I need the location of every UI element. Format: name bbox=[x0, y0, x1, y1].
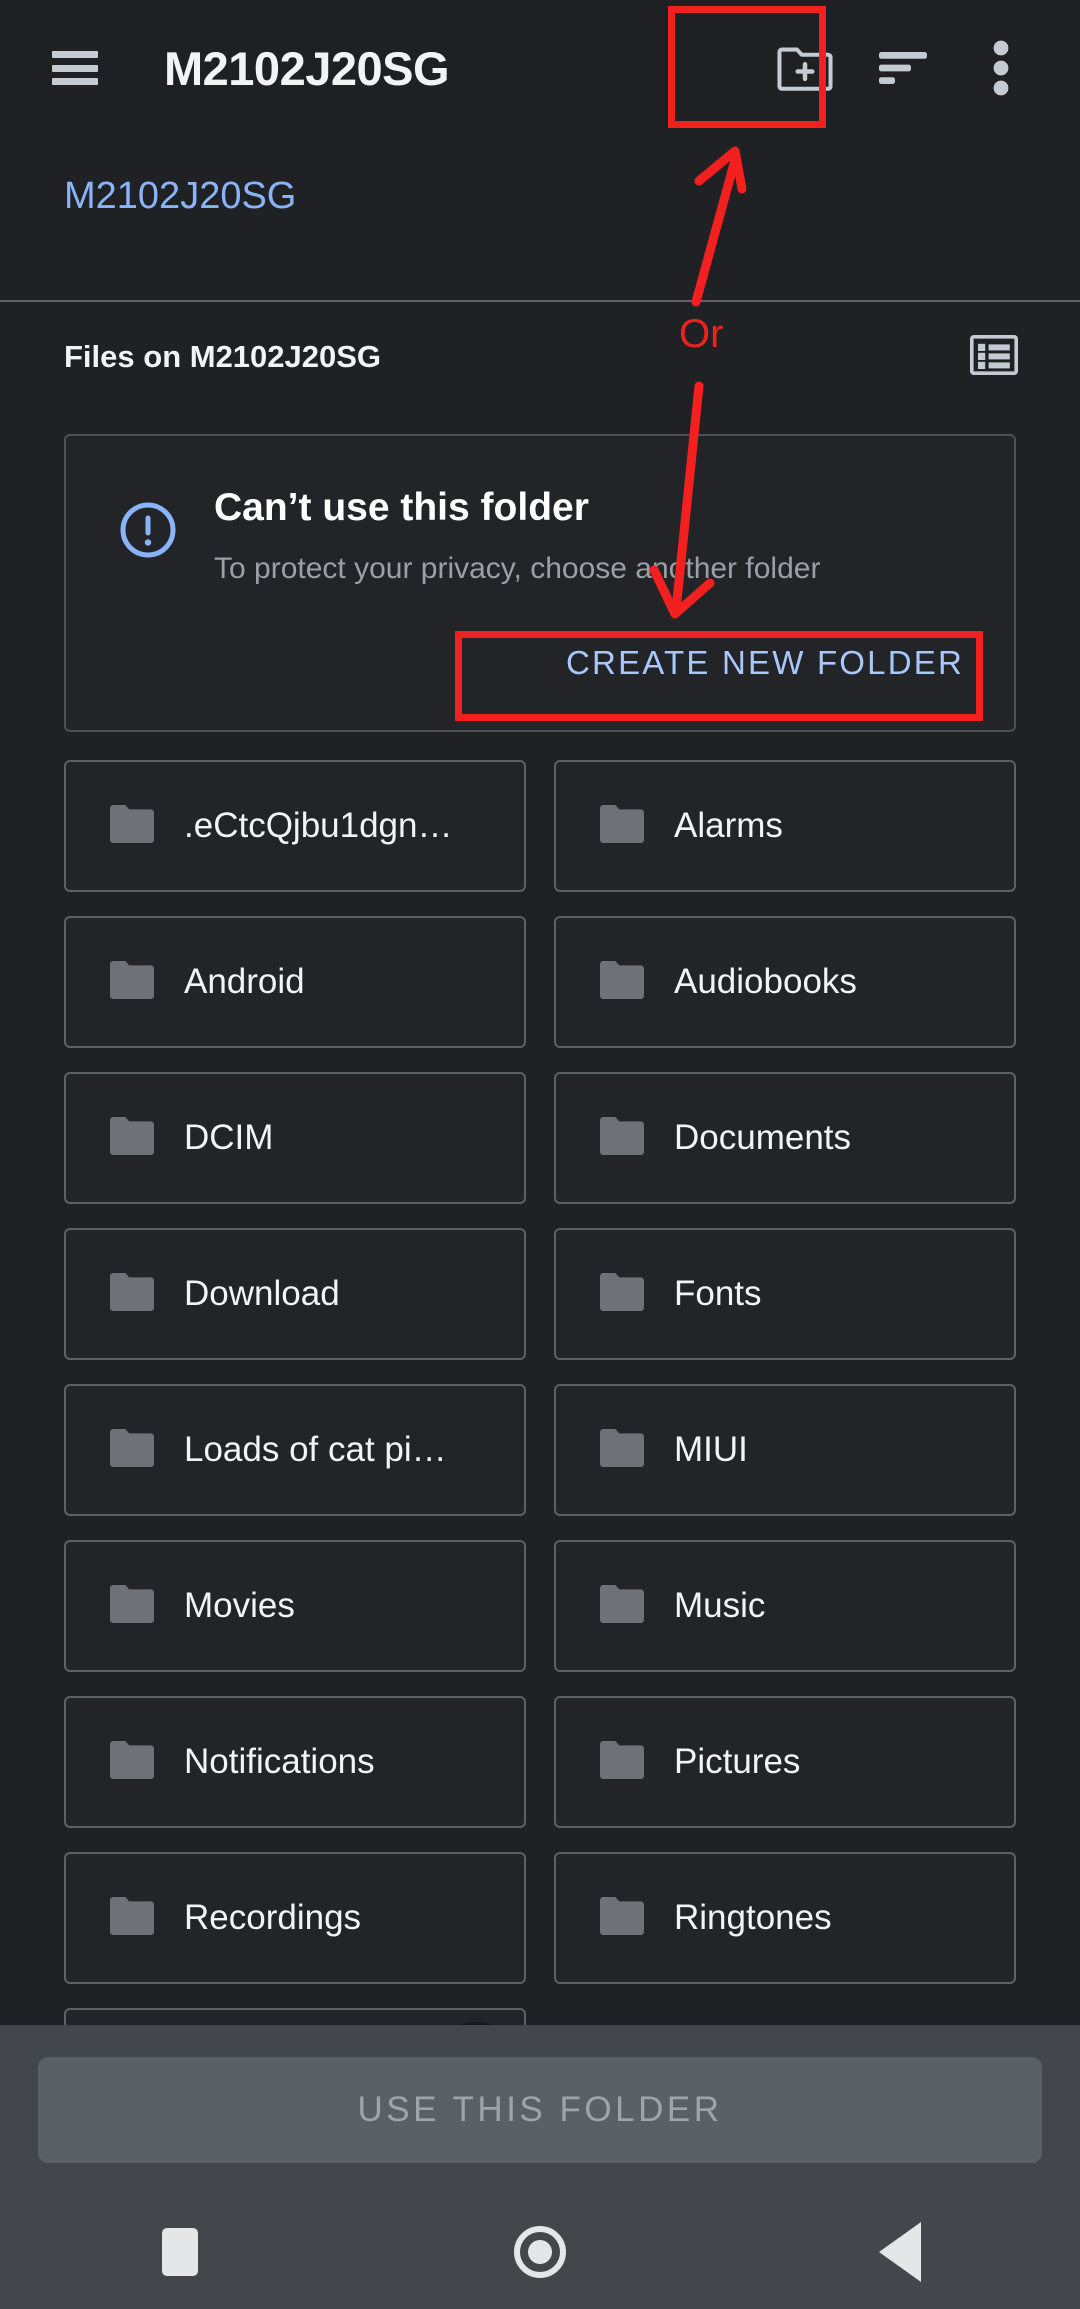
folder-name: DCIM bbox=[184, 1118, 274, 1157]
folder-name: Download bbox=[184, 1274, 340, 1313]
folder-name: Loads of cat pi… bbox=[184, 1430, 447, 1469]
create-new-folder-button[interactable] bbox=[756, 19, 854, 117]
warning-subtitle: To protect your privacy, choose another … bbox=[214, 552, 821, 585]
device-screen: M2102J20SG M2102J20SG Files on M2102J20S… bbox=[0, 0, 1080, 2309]
folder-item[interactable]: Ringtones bbox=[554, 1852, 1016, 1984]
folder-name: Android bbox=[184, 962, 305, 1001]
overflow-menu-icon bbox=[992, 40, 1010, 96]
folder-name: Fonts bbox=[674, 1274, 762, 1313]
folder-item[interactable]: DCIM bbox=[64, 1072, 526, 1204]
folder-item[interactable]: Alarms bbox=[554, 760, 1016, 892]
folder-icon bbox=[598, 1895, 646, 1942]
folder-item[interactable]: Recordings bbox=[64, 1852, 526, 1984]
folder-item[interactable]: Loads of cat pi… bbox=[64, 1384, 526, 1516]
folder-icon bbox=[108, 1115, 156, 1162]
folder-name: Alarms bbox=[674, 806, 783, 845]
app-bar-actions bbox=[756, 19, 1050, 117]
folder-item[interactable]: Fonts bbox=[554, 1228, 1016, 1360]
folder-icon bbox=[108, 803, 156, 850]
hamburger-bar bbox=[52, 64, 98, 72]
create-new-folder-button[interactable]: CREATE NEW FOLDER bbox=[544, 624, 986, 702]
folder-name: Ringtones bbox=[674, 1898, 832, 1937]
folder-item[interactable]: .eCtcQjbu1dgn… bbox=[64, 760, 526, 892]
folder-grid: .eCtcQjbu1dgn… Alarms Android Audiobooks… bbox=[64, 760, 1016, 2025]
folder-name: .eCtcQjbu1dgn… bbox=[184, 806, 453, 845]
folder-name: Audiobooks bbox=[674, 962, 857, 1001]
recents-button[interactable] bbox=[120, 2195, 240, 2309]
folder-icon bbox=[108, 1427, 156, 1474]
folder-item[interactable]: MIUI bbox=[554, 1384, 1016, 1516]
folder-item[interactable]: Music bbox=[554, 1540, 1016, 1672]
folder-name: Music bbox=[674, 1586, 766, 1625]
files-on-row: Files on M2102J20SG bbox=[0, 302, 1080, 412]
folder-name: Movies bbox=[184, 1586, 295, 1625]
cant-use-folder-card: Can’t use this folder To protect your pr… bbox=[64, 434, 1016, 732]
folder-item[interactable]: Download bbox=[64, 1228, 526, 1360]
overflow-menu-button[interactable] bbox=[952, 19, 1050, 117]
folder-grid-scroll-area[interactable]: .eCtcQjbu1dgn… Alarms Android Audiobooks… bbox=[0, 760, 1080, 2025]
create-new-folder-icon bbox=[776, 42, 834, 94]
folder-name: Documents bbox=[674, 1118, 852, 1157]
home-circle-icon bbox=[514, 2226, 566, 2278]
list-view-toggle-button[interactable] bbox=[962, 325, 1026, 389]
recents-square-icon bbox=[162, 2228, 198, 2276]
warning-title: Can’t use this folder bbox=[214, 486, 589, 529]
list-view-icon bbox=[969, 334, 1019, 380]
folder-name: MIUI bbox=[674, 1430, 748, 1469]
home-button[interactable] bbox=[480, 2195, 600, 2309]
app-bar: M2102J20SG bbox=[0, 0, 1080, 136]
use-this-folder-button[interactable]: USE THIS FOLDER bbox=[38, 2057, 1042, 2163]
folder-icon bbox=[108, 1583, 156, 1630]
files-on-label: Files on M2102J20SG bbox=[64, 339, 382, 374]
folder-name: Recordings bbox=[184, 1898, 362, 1937]
bottom-action-bar: USE THIS FOLDER bbox=[0, 2025, 1080, 2195]
folder-icon bbox=[598, 959, 646, 1006]
folder-item[interactable]: Notifications bbox=[64, 1696, 526, 1828]
sort-icon bbox=[877, 48, 929, 88]
folder-item[interactable]: Android bbox=[64, 916, 526, 1048]
folder-icon bbox=[108, 1739, 156, 1786]
folder-icon bbox=[598, 1427, 646, 1474]
folder-name: Pictures bbox=[674, 1742, 801, 1781]
folder-item[interactable]: Audiobooks bbox=[554, 916, 1016, 1048]
folder-icon bbox=[598, 1271, 646, 1318]
sort-button[interactable] bbox=[854, 19, 952, 117]
folder-item[interactable] bbox=[64, 2008, 526, 2025]
folder-icon bbox=[108, 959, 156, 1006]
back-triangle-icon bbox=[879, 2222, 921, 2282]
page-title: M2102J20SG bbox=[164, 41, 450, 95]
folder-item[interactable]: Documents bbox=[554, 1072, 1016, 1204]
back-button[interactable] bbox=[840, 2195, 960, 2309]
hamburger-bar bbox=[52, 51, 98, 58]
folder-item[interactable]: Movies bbox=[64, 1540, 526, 1672]
folder-icon bbox=[108, 1271, 156, 1318]
folder-item[interactable]: Pictures bbox=[554, 1696, 1016, 1828]
folder-icon bbox=[108, 1895, 156, 1942]
error-outline-icon bbox=[118, 500, 178, 565]
folder-icon bbox=[598, 1115, 646, 1162]
breadcrumb-bar: M2102J20SG bbox=[0, 136, 1080, 256]
android-navigation-bar bbox=[0, 2195, 1080, 2309]
folder-icon bbox=[598, 1739, 646, 1786]
hamburger-menu-icon[interactable] bbox=[52, 51, 98, 85]
folder-icon bbox=[598, 803, 646, 850]
breadcrumb-item-root[interactable]: M2102J20SG bbox=[64, 175, 296, 218]
folder-name: Notifications bbox=[184, 1742, 375, 1781]
hamburger-bar bbox=[52, 78, 98, 85]
folder-icon bbox=[598, 1583, 646, 1630]
